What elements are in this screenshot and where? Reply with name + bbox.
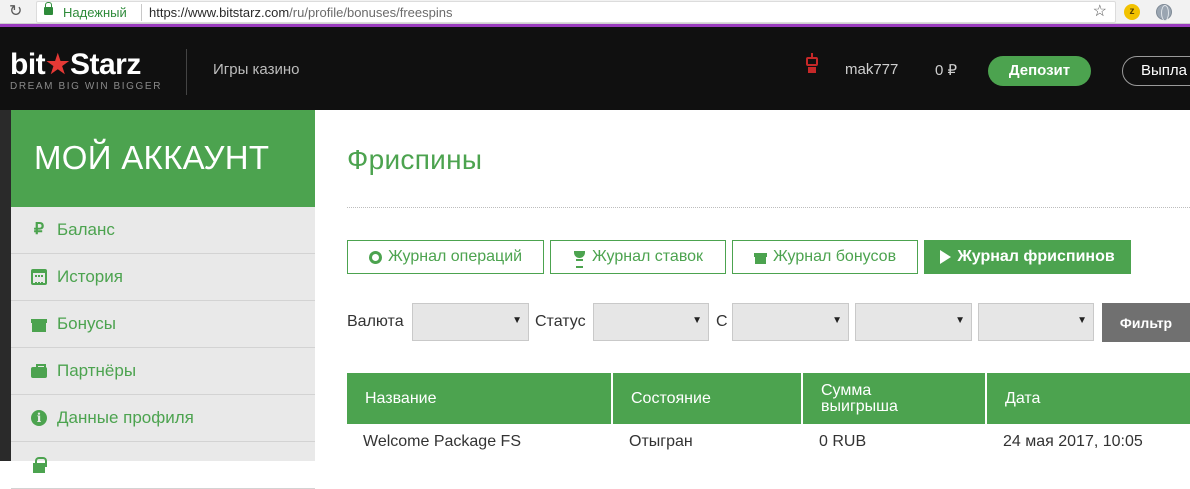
url-path: /ru/profile/bonuses/freespins	[289, 5, 453, 20]
ruble-icon: ₽	[33, 221, 45, 238]
status-select[interactable]: ▼	[593, 303, 709, 341]
page-title: Фриспины	[347, 144, 483, 175]
address-divider	[141, 4, 142, 21]
globe-icon[interactable]	[1156, 4, 1172, 21]
sidebar-item-profile[interactable]: i Данные профиля	[11, 395, 315, 442]
nav-casino-games[interactable]: Игры казино	[213, 61, 300, 78]
address-bar[interactable]: Надежный https://www.bitstarz.com/ru/pro…	[36, 1, 1116, 23]
lock-icon	[31, 457, 47, 473]
chevron-down-icon: ▼	[832, 315, 842, 326]
logo-text-bit: bit	[10, 48, 46, 81]
calendar-icon	[31, 269, 47, 285]
gift-icon	[31, 316, 47, 332]
play-icon	[940, 250, 952, 264]
logo[interactable]: bit★Starz DREAM BIG WIN BIGGER	[10, 48, 163, 92]
tab-operations-log[interactable]: Журнал операций	[347, 240, 544, 274]
sidebar-item-label: Партнёры	[57, 361, 137, 380]
chevron-down-icon: ▼	[955, 315, 965, 326]
extension-icon[interactable]: z	[1124, 4, 1140, 20]
gear-icon	[368, 250, 382, 264]
sidebar-item-label: Данные профиля	[57, 408, 194, 427]
logo-text-starz: Starz	[69, 48, 141, 81]
column-header-winnings[interactable]: Сумма выигрыша	[803, 373, 987, 424]
status-label: Статус	[535, 313, 586, 330]
title-divider	[347, 207, 1190, 208]
currency-label: Валюта	[347, 313, 404, 330]
bookmark-star-icon[interactable]: ☆	[1093, 2, 1107, 22]
sidebar-item-label: История	[57, 267, 123, 286]
sidebar-item-label: Бонусы	[57, 314, 117, 333]
chevron-down-icon: ▼	[1077, 315, 1087, 326]
table-header: Название Состояние Сумма выигрыша Дата	[347, 373, 1190, 424]
date-from-label: С	[716, 313, 728, 330]
sidebar-item-label: Баланс	[57, 220, 115, 239]
site-header: bit★Starz DREAM BIG WIN BIGGER Игры кази…	[0, 27, 1190, 110]
withdraw-button[interactable]: Выпла	[1122, 56, 1190, 86]
info-icon: i	[31, 410, 47, 426]
url-text[interactable]: https://www.bitstarz.com/ru/profile/bonu…	[149, 4, 452, 21]
star-icon: ★	[46, 49, 69, 79]
header-divider	[186, 49, 187, 95]
browser-toolbar: ↻ Надежный https://www.bitstarz.com/ru/p…	[0, 0, 1190, 24]
tab-bonuses-log[interactable]: Журнал бонусов	[732, 240, 918, 274]
sidebar-edge	[0, 110, 11, 461]
cell-state: Отыгран	[629, 433, 693, 450]
chevron-down-icon: ▼	[692, 315, 702, 326]
tab-label: Журнал фриспинов	[957, 248, 1115, 265]
cell-winnings: 0 RUB	[819, 433, 867, 450]
sidebar-title: МОЙ АККАУНТ	[11, 110, 315, 207]
filter-button[interactable]: Фильтр	[1102, 303, 1190, 342]
currency-select[interactable]: ▼	[412, 303, 529, 341]
logo-tagline: DREAM BIG WIN BIGGER	[10, 81, 163, 92]
lock-icon	[44, 2, 53, 15]
column-header-date[interactable]: Дата	[987, 373, 1190, 424]
gift-icon	[753, 251, 767, 264]
balance-display: 0 ₽	[935, 62, 958, 79]
tab-bets-log[interactable]: Журнал ставок	[550, 240, 726, 274]
tab-label: Журнал операций	[387, 248, 523, 265]
date-month-select[interactable]: ▼	[855, 303, 972, 341]
cell-name: Welcome Package FS	[363, 433, 521, 450]
reload-icon[interactable]: ↻	[9, 1, 22, 23]
date-year-select[interactable]: ▼	[978, 303, 1094, 341]
briefcase-icon	[31, 363, 47, 379]
tab-freespins-log[interactable]: Журнал фриспинов	[924, 240, 1131, 274]
secure-label: Надежный	[63, 5, 127, 20]
url-host: https://www.bitstarz.com	[149, 5, 290, 20]
cell-date: 24 мая 2017, 10:05	[1003, 433, 1143, 450]
sidebar: МОЙ АККАУНТ ₽ Баланс История Бонусы Парт…	[11, 110, 315, 489]
column-header-name[interactable]: Название	[347, 373, 613, 424]
robot-avatar-icon[interactable]	[804, 53, 820, 73]
date-day-select[interactable]: ▼	[732, 303, 849, 341]
sidebar-item-history[interactable]: История	[11, 254, 315, 301]
deposit-button[interactable]: Депозит	[988, 56, 1091, 86]
column-header-state[interactable]: Состояние	[613, 373, 803, 424]
table-row: Welcome Package FS Отыгран 0 RUB 24 мая …	[347, 428, 1190, 456]
trophy-icon	[573, 250, 586, 268]
tab-label: Журнал бонусов	[772, 248, 897, 265]
chevron-down-icon: ▼	[512, 315, 522, 326]
tab-label: Журнал ставок	[591, 248, 704, 265]
sidebar-item-partners[interactable]: Партнёры	[11, 348, 315, 395]
username[interactable]: mak777	[845, 61, 898, 78]
sidebar-item-balance[interactable]: ₽ Баланс	[11, 207, 315, 254]
sidebar-item-bonuses[interactable]: Бонусы	[11, 301, 315, 348]
sidebar-item-security[interactable]	[11, 442, 315, 489]
